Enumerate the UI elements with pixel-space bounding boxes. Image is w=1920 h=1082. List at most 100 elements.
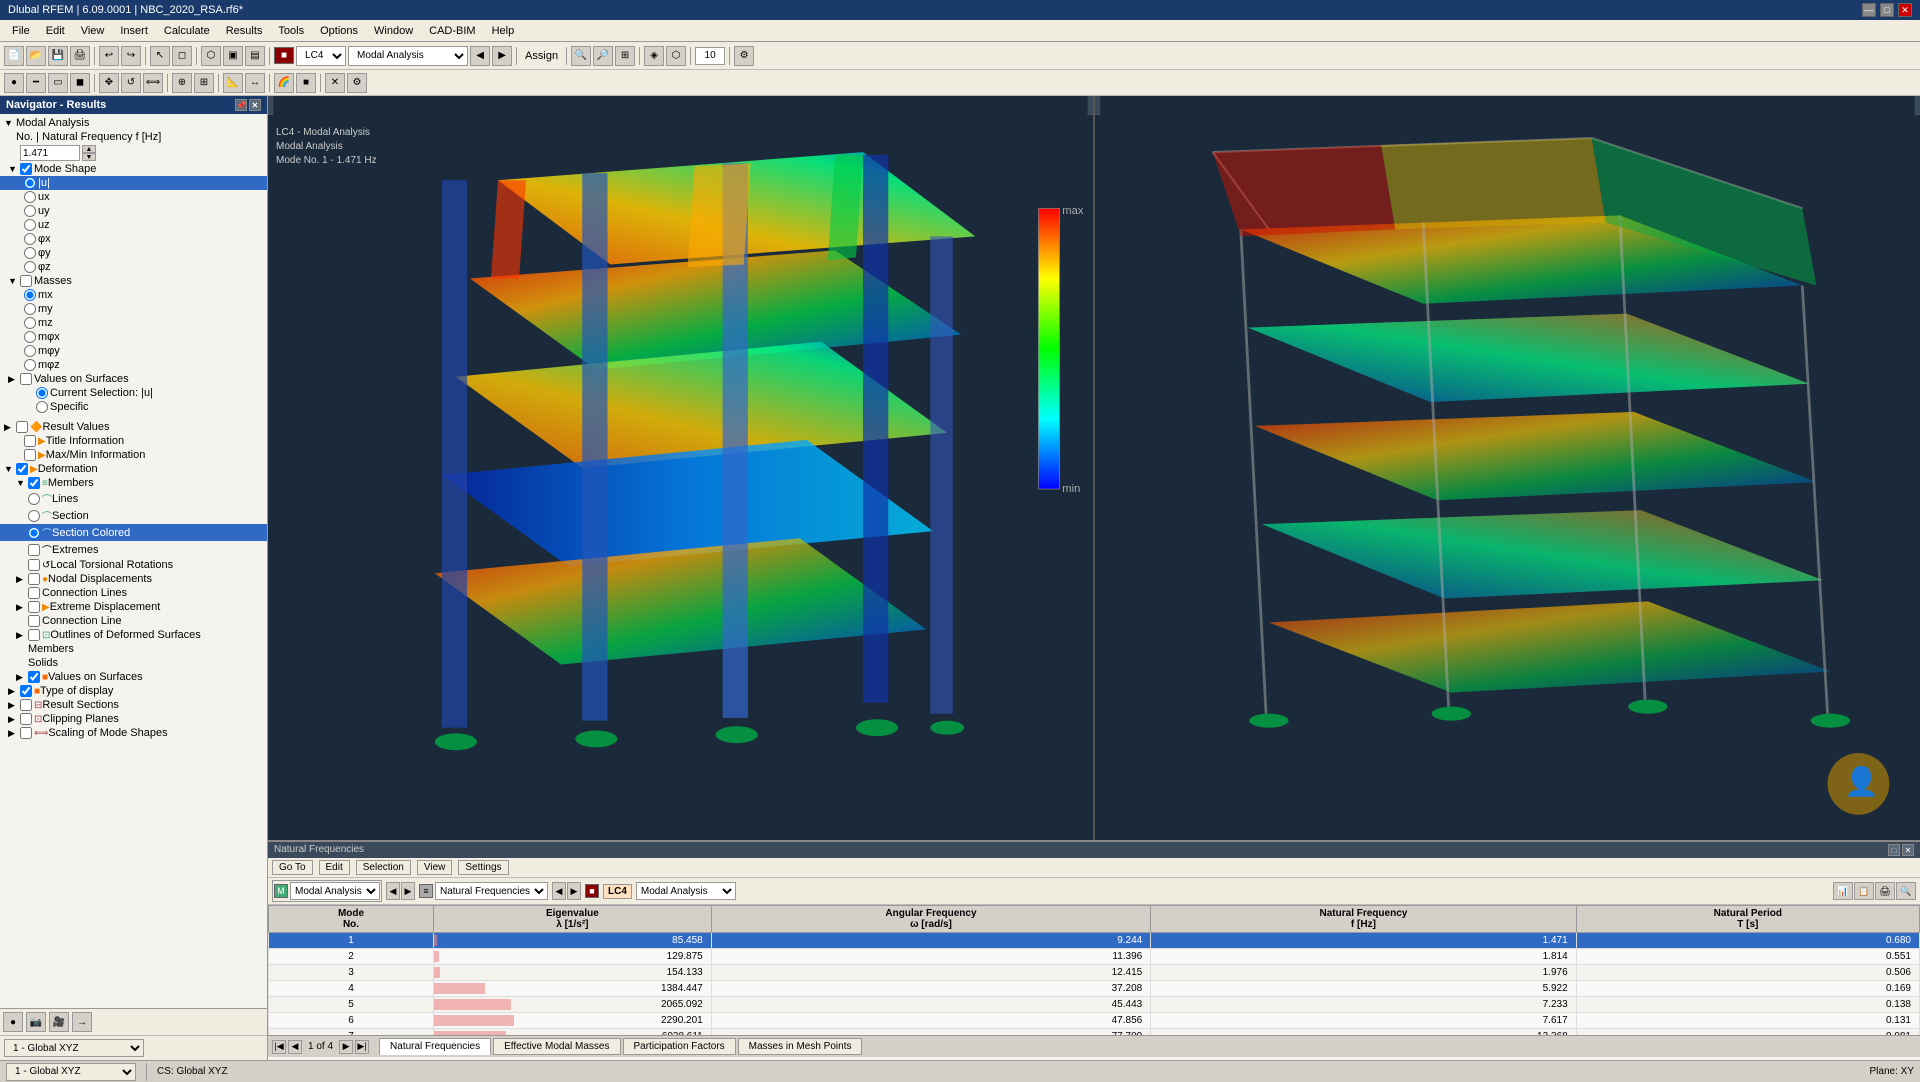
- nav-modal-analysis[interactable]: ▼ Modal Analysis: [0, 116, 267, 130]
- local-torsional-checkbox[interactable]: [28, 559, 40, 571]
- line-icon[interactable]: ━: [26, 73, 46, 93]
- nav-result-values[interactable]: ▶ 🔶 Result Values: [0, 420, 267, 434]
- nav-lines[interactable]: ⌒ Lines: [0, 490, 267, 507]
- freq-value-input[interactable]: [20, 145, 80, 161]
- nav-members2[interactable]: Members: [0, 642, 267, 656]
- table-row[interactable]: 6 2290.201 47.856 7.617 0.131: [269, 1013, 1920, 1029]
- freq-nav-next[interactable]: ▶: [567, 882, 581, 900]
- cross-icon[interactable]: ✕: [325, 73, 345, 93]
- nav-mode-shape[interactable]: ▼ Mode Shape: [0, 162, 267, 176]
- nav-ux[interactable]: ux: [0, 190, 267, 204]
- nav-next-button[interactable]: ▶: [401, 882, 415, 900]
- maximize-button[interactable]: □: [1880, 3, 1894, 17]
- surface-icon[interactable]: ▭: [48, 73, 68, 93]
- nav-members-deform[interactable]: ▼ ≡ Members: [0, 476, 267, 490]
- color-scale-icon[interactable]: 🌈: [274, 73, 294, 93]
- view3d-icon[interactable]: ⬡: [201, 46, 221, 66]
- members-deform-checkbox[interactable]: [28, 477, 40, 489]
- menu-options[interactable]: Options: [312, 23, 366, 39]
- current-sel-radio[interactable]: [36, 387, 48, 399]
- specific-radio[interactable]: [36, 401, 48, 413]
- uz-radio[interactable]: [24, 219, 36, 231]
- my-radio[interactable]: [24, 303, 36, 315]
- view-button[interactable]: View: [417, 860, 453, 875]
- window-controls[interactable]: — □ ✕: [1862, 3, 1912, 17]
- nav-phiy[interactable]: φy: [0, 246, 267, 260]
- result-values-checkbox[interactable]: [16, 421, 28, 433]
- nav-mphiy[interactable]: mφy: [0, 344, 267, 358]
- nav-outlines-deformed[interactable]: ▶ ⊡ Outlines of Deformed Surfaces: [0, 628, 267, 642]
- section-colored-radio[interactable]: [28, 527, 40, 539]
- table-row[interactable]: 5 2065.092 45.443 7.233 0.138: [269, 997, 1920, 1013]
- next-mode-icon[interactable]: ▶: [492, 46, 512, 66]
- nav-mx[interactable]: mx: [0, 288, 267, 302]
- goto-button[interactable]: Go To: [272, 860, 313, 875]
- zoom-in-icon[interactable]: 🔍: [571, 46, 591, 66]
- nav-local-torsional[interactable]: ↺ Local Torsional Rotations: [0, 558, 267, 572]
- menu-edit[interactable]: Edit: [38, 23, 73, 39]
- menu-cad-bim[interactable]: CAD-BIM: [421, 23, 483, 39]
- copy-icon[interactable]: 📋: [1854, 882, 1874, 900]
- grid-icon[interactable]: ⊞: [194, 73, 214, 93]
- nav-uy[interactable]: uy: [0, 204, 267, 218]
- table-row[interactable]: 4 1384.447 37.208 5.922 0.169: [269, 981, 1920, 997]
- cursor-icon[interactable]: ↖: [150, 46, 170, 66]
- freq-type-dropdown[interactable]: Natural Frequencies: [435, 882, 548, 900]
- export-icon[interactable]: 📊: [1833, 882, 1853, 900]
- nav-extreme-displacement[interactable]: ▶ ▶ Extreme Displacement: [0, 600, 267, 614]
- u-abs-radio[interactable]: [24, 177, 36, 189]
- save-icon[interactable]: 💾: [48, 46, 68, 66]
- values-surfaces-checkbox[interactable]: [20, 373, 32, 385]
- nav-section-colored[interactable]: ⌒ Section Colored: [0, 524, 267, 541]
- edit-button[interactable]: Edit: [319, 860, 350, 875]
- extreme-disp-checkbox[interactable]: [28, 601, 40, 613]
- nav-specific[interactable]: Specific: [0, 400, 267, 414]
- section-radio[interactable]: [28, 510, 40, 522]
- nav-phix[interactable]: φx: [0, 232, 267, 246]
- mz-radio[interactable]: [24, 317, 36, 329]
- scale-icon[interactable]: ⟺: [143, 73, 163, 93]
- tab-effective-modal[interactable]: Effective Modal Masses: [493, 1038, 620, 1055]
- result-sections-checkbox[interactable]: [20, 699, 32, 711]
- nav-prev-button[interactable]: ◀: [386, 882, 400, 900]
- zoom-all-icon[interactable]: ⊞: [615, 46, 635, 66]
- selection-button[interactable]: Selection: [356, 860, 411, 875]
- nav-arrows[interactable]: ◀ ▶: [386, 882, 415, 900]
- nav-masses[interactable]: ▼ Masses: [0, 274, 267, 288]
- nav-scaling[interactable]: ▶ ⟺ Scaling of Mode Shapes: [0, 726, 267, 740]
- undo-icon[interactable]: ↩: [99, 46, 119, 66]
- phiz-radio[interactable]: [24, 261, 36, 273]
- mphix-radio[interactable]: [24, 331, 36, 343]
- viewport-left[interactable]: NBC_2020_RSA.rf6* ─ □ ✕ LC4 - Modal Anal…: [268, 96, 1095, 840]
- menu-calculate[interactable]: Calculate: [156, 23, 218, 39]
- page-last[interactable]: ▶|: [355, 1040, 369, 1054]
- mode-shape-checkbox[interactable]: [20, 163, 32, 175]
- nav-natural-freq[interactable]: No. | Natural Frequency f [Hz]: [0, 130, 267, 144]
- nav-values-surfaces[interactable]: ▶ Values on Surfaces: [0, 372, 267, 386]
- freq-nav-arrows[interactable]: ◀ ▶: [552, 882, 581, 900]
- minimize-button[interactable]: —: [1862, 3, 1876, 17]
- scaling-checkbox[interactable]: [20, 727, 32, 739]
- nav-current-selection[interactable]: Current Selection: |u|: [0, 386, 267, 400]
- lines-radio[interactable]: [28, 493, 40, 505]
- nav-connection-lines[interactable]: Connection Lines: [0, 586, 267, 600]
- lc-analysis-dropdown[interactable]: Modal Analysis: [636, 882, 736, 900]
- extremes-checkbox[interactable]: [28, 544, 40, 556]
- select-icon[interactable]: ◻: [172, 46, 192, 66]
- phix-radio[interactable]: [24, 233, 36, 245]
- nav-u-abs[interactable]: |u|: [0, 176, 267, 190]
- close-button[interactable]: ✕: [1898, 3, 1912, 17]
- masses-checkbox[interactable]: [20, 275, 32, 287]
- menu-view[interactable]: View: [73, 23, 113, 39]
- solid-icon[interactable]: ◼: [70, 73, 90, 93]
- rotate-icon[interactable]: ↺: [121, 73, 141, 93]
- render-icon[interactable]: ◈: [644, 46, 664, 66]
- type-display-checkbox[interactable]: [20, 685, 32, 697]
- nav-bot-arrow-icon[interactable]: →: [72, 1012, 92, 1032]
- viewport-right[interactable]: NBC_2020_RSA.rf6* ─ □ ✕: [1095, 96, 1920, 840]
- conn-line-checkbox[interactable]: [28, 615, 40, 627]
- results-header-controls[interactable]: □ ✕: [1888, 844, 1914, 856]
- menu-insert[interactable]: Insert: [112, 23, 156, 39]
- clipping-checkbox[interactable]: [20, 713, 32, 725]
- nav-result-sections[interactable]: ▶ ⊟ Result Sections: [0, 698, 267, 712]
